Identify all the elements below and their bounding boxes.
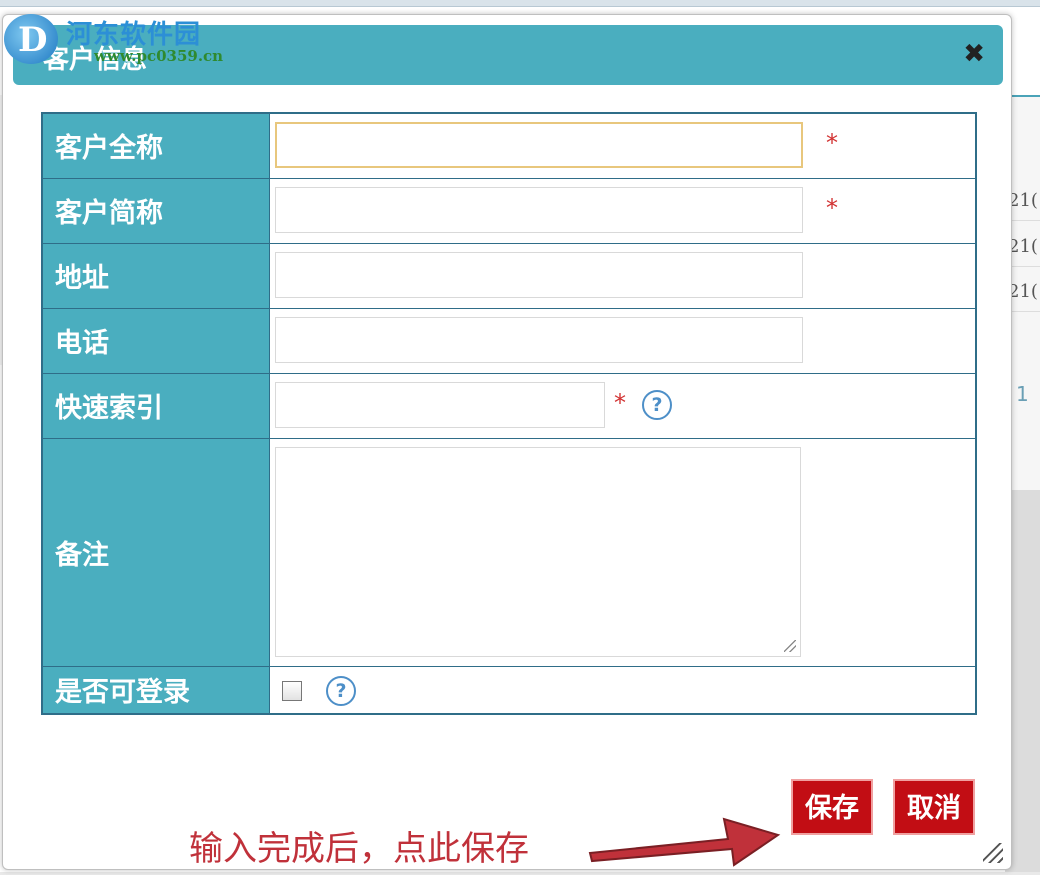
save-button[interactable]: 保存	[791, 779, 873, 835]
form-row-full-name: 客户全称 *	[41, 112, 977, 179]
background-table-cell: 21(	[1008, 281, 1040, 312]
cancel-button[interactable]: 取消	[893, 779, 975, 835]
address-label: 地址	[41, 242, 270, 309]
can-login-label: 是否可登录	[41, 665, 270, 715]
logo-icon	[4, 14, 58, 64]
full-name-label: 客户全称	[41, 112, 270, 179]
arrow-icon	[588, 817, 781, 867]
resize-grip-icon[interactable]	[784, 639, 796, 652]
phone-label: 电话	[41, 307, 270, 374]
required-asterisk: *	[826, 129, 838, 157]
background-table-cell: 21(	[1008, 190, 1040, 221]
close-icon[interactable]: ✖	[963, 39, 985, 69]
short-name-input[interactable]	[275, 186, 803, 233]
remarks-label: 备注	[41, 437, 270, 667]
required-asterisk: *	[614, 388, 626, 417]
customer-info-dialog: 客户信息 ✖ 客户全称 * 客户简称 * 地址 电话 快速索引 * ? 备注 是…	[2, 14, 1012, 870]
form-row-remarks: 备注	[41, 437, 977, 667]
form-row-quick-index: 快速索引 * ?	[41, 372, 977, 439]
background-top-bar	[0, 0, 1040, 7]
form-row-can-login: 是否可登录 ?	[41, 665, 977, 715]
form-row-short-name: 客户简称 *	[41, 177, 977, 244]
background-page-number[interactable]: 1	[1016, 382, 1029, 406]
remarks-textarea[interactable]	[275, 446, 801, 657]
short-name-label: 客户简称	[41, 177, 270, 244]
form-row-phone: 电话	[41, 307, 977, 374]
required-asterisk: *	[826, 193, 838, 222]
form-row-address: 地址	[41, 242, 977, 309]
full-name-input[interactable]	[275, 122, 803, 168]
can-login-checkbox[interactable]	[282, 680, 302, 701]
quick-index-label: 快速索引	[41, 372, 270, 439]
watermark-title: 河东软件园	[66, 20, 202, 50]
address-input[interactable]	[275, 251, 803, 298]
customer-form: 客户全称 * 客户简称 * 地址 电话 快速索引 * ? 备注 是否可登录 ?	[41, 112, 977, 715]
background-table-cell: 21(	[1008, 236, 1040, 267]
help-icon[interactable]: ?	[326, 675, 356, 706]
help-icon[interactable]: ?	[642, 389, 672, 420]
watermark-url: www.pc0359.cn	[94, 47, 224, 65]
save-hint-annotation: 输入完成后，点此保存	[189, 829, 529, 869]
dialog-resize-icon[interactable]	[983, 843, 1003, 863]
phone-input[interactable]	[275, 316, 803, 363]
quick-index-input[interactable]	[275, 381, 605, 428]
